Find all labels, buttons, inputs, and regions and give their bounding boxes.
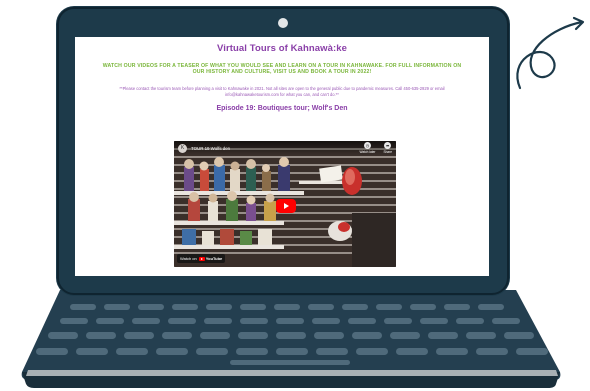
webcam xyxy=(278,18,288,28)
clock-icon: ◷ xyxy=(363,142,371,149)
share-button[interactable]: ➦ Share xyxy=(383,142,392,154)
share-label: Share xyxy=(383,149,392,154)
youtube-wordmark: YouTube xyxy=(205,256,223,261)
lead-text: WATCH OUR VIDEOS FOR A TEASER OF WHAT YO… xyxy=(102,63,462,76)
video-top-bar: K TOUR 19 Wolfs den ◷ Watch later ➦ Shar… xyxy=(174,141,396,155)
channel-avatar[interactable]: K xyxy=(178,143,187,153)
youtube-play-icon xyxy=(198,256,205,261)
watch-on-youtube-button[interactable]: Watch on YouTube xyxy=(177,254,226,263)
play-icon xyxy=(284,203,289,209)
decorative-arrow xyxy=(516,20,584,90)
watch-on-label: Watch on xyxy=(180,256,197,261)
pandemic-notice: **Please contact the tourism team before… xyxy=(119,86,445,97)
youtube-logo: YouTube xyxy=(198,256,223,261)
website-screen: Virtual Tours of Kahnawà:ke WATCH OUR VI… xyxy=(75,37,489,276)
watch-later-button[interactable]: ◷ Watch later xyxy=(359,142,375,154)
youtube-video-player[interactable]: K TOUR 19 Wolfs den ◷ Watch later ➦ Shar… xyxy=(174,141,396,267)
watch-later-label: Watch later xyxy=(359,149,376,154)
video-top-actions: ◷ Watch later ➦ Share xyxy=(359,142,392,154)
play-button[interactable] xyxy=(276,199,296,213)
episode-title: Episode 19: Boutiques tour; Wolf's Den xyxy=(216,104,348,112)
page-title: Virtual Tours of Kahnawà:ke xyxy=(216,43,348,54)
share-icon: ➦ xyxy=(384,142,392,149)
video-title[interactable]: TOUR 19 Wolfs den xyxy=(191,146,230,151)
